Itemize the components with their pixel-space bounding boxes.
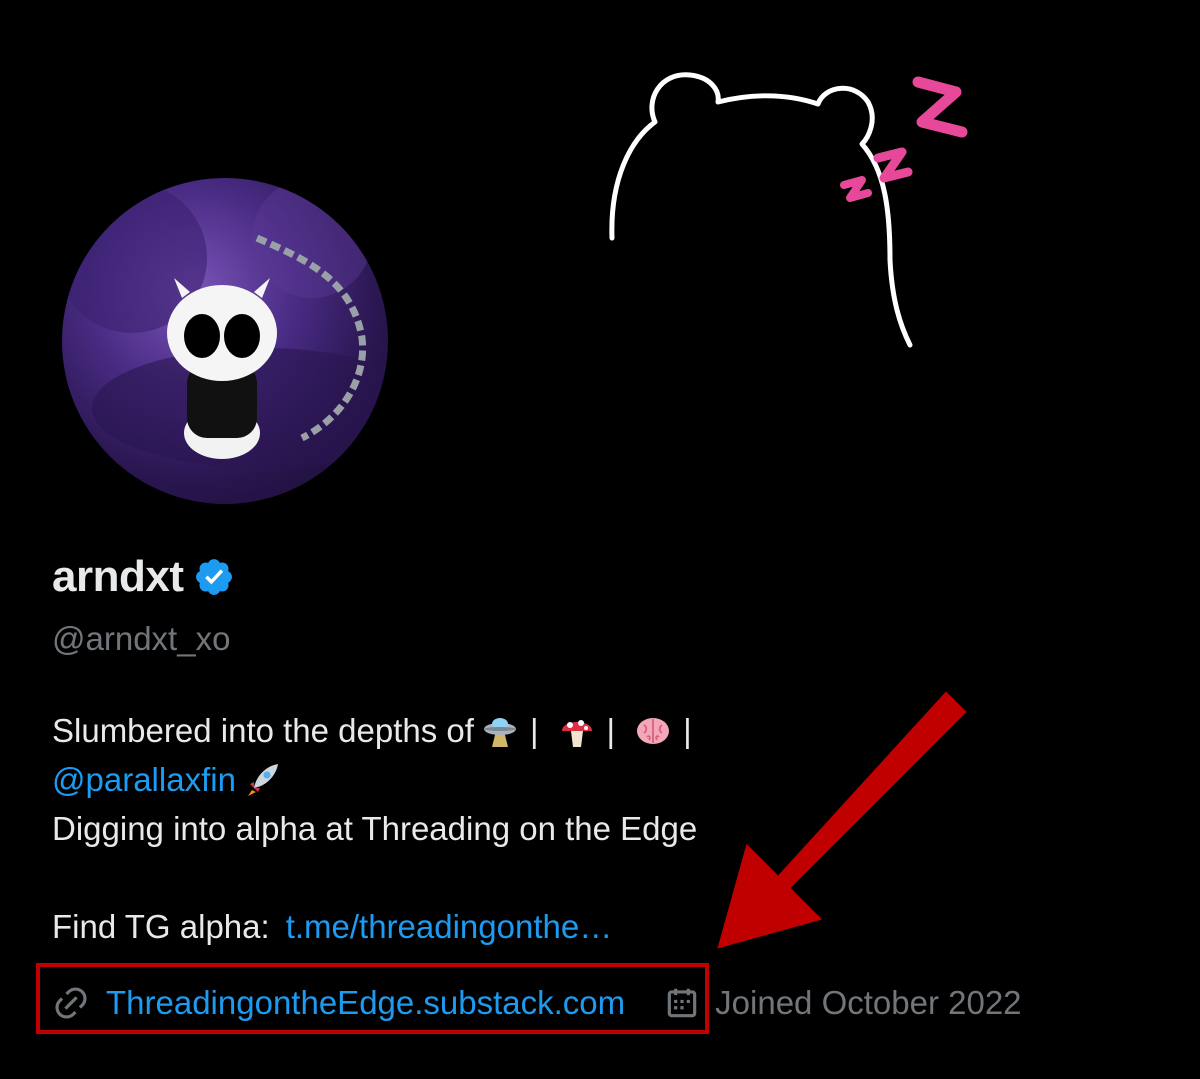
verified-badge-icon[interactable] [193,556,235,598]
zzz-small [840,176,872,202]
rocket-emoji [244,762,280,798]
annotation-highlight-box [36,963,709,1034]
telegram-link[interactable]: t.me/threadingonthe… [286,902,613,951]
banner-image[interactable] [600,60,980,360]
bio-line-5: Find TG alpha: t.me/threadingonthe… [52,902,704,951]
zzz-medium [873,147,913,183]
bio-line-1: Slumbered into the depths of | | | [52,706,704,755]
display-name: arndxt [52,552,184,601]
ufo-emoji [482,713,518,749]
brain-emoji [635,713,671,749]
bio-spacer [52,853,704,902]
avatar-image [62,178,388,468]
bio-line-3: Digging into alpha at Threading on the E… [52,804,704,853]
bio-text-1: Slumbered into the depths of [52,712,474,749]
bio-text-3: Digging into alpha at Threading on the E… [52,810,698,847]
profile-name-row: arndxt [52,552,235,602]
zzz-large [912,76,968,138]
bio-separator-3: | [683,712,692,749]
bio-separator-1: | [529,712,539,749]
sleeping-bear-illustration [609,72,968,348]
mention-link[interactable]: @parallaxfin [52,755,236,804]
profile-avatar[interactable] [62,178,388,504]
annotation-arrow [700,688,980,960]
bio-separator-2: | [606,712,616,749]
bio-line-2: @parallaxfin [52,755,704,804]
joined-date: Joined October 2022 [663,984,1022,1022]
bio-tg-label: Find TG alpha: [52,908,270,945]
profile-handle: @arndxt_xo [52,620,231,657]
joined-date-text: Joined October 2022 [715,984,1022,1021]
profile-bio: Slumbered into the depths of | | | @para… [52,706,704,951]
mushroom-emoji [559,713,595,749]
